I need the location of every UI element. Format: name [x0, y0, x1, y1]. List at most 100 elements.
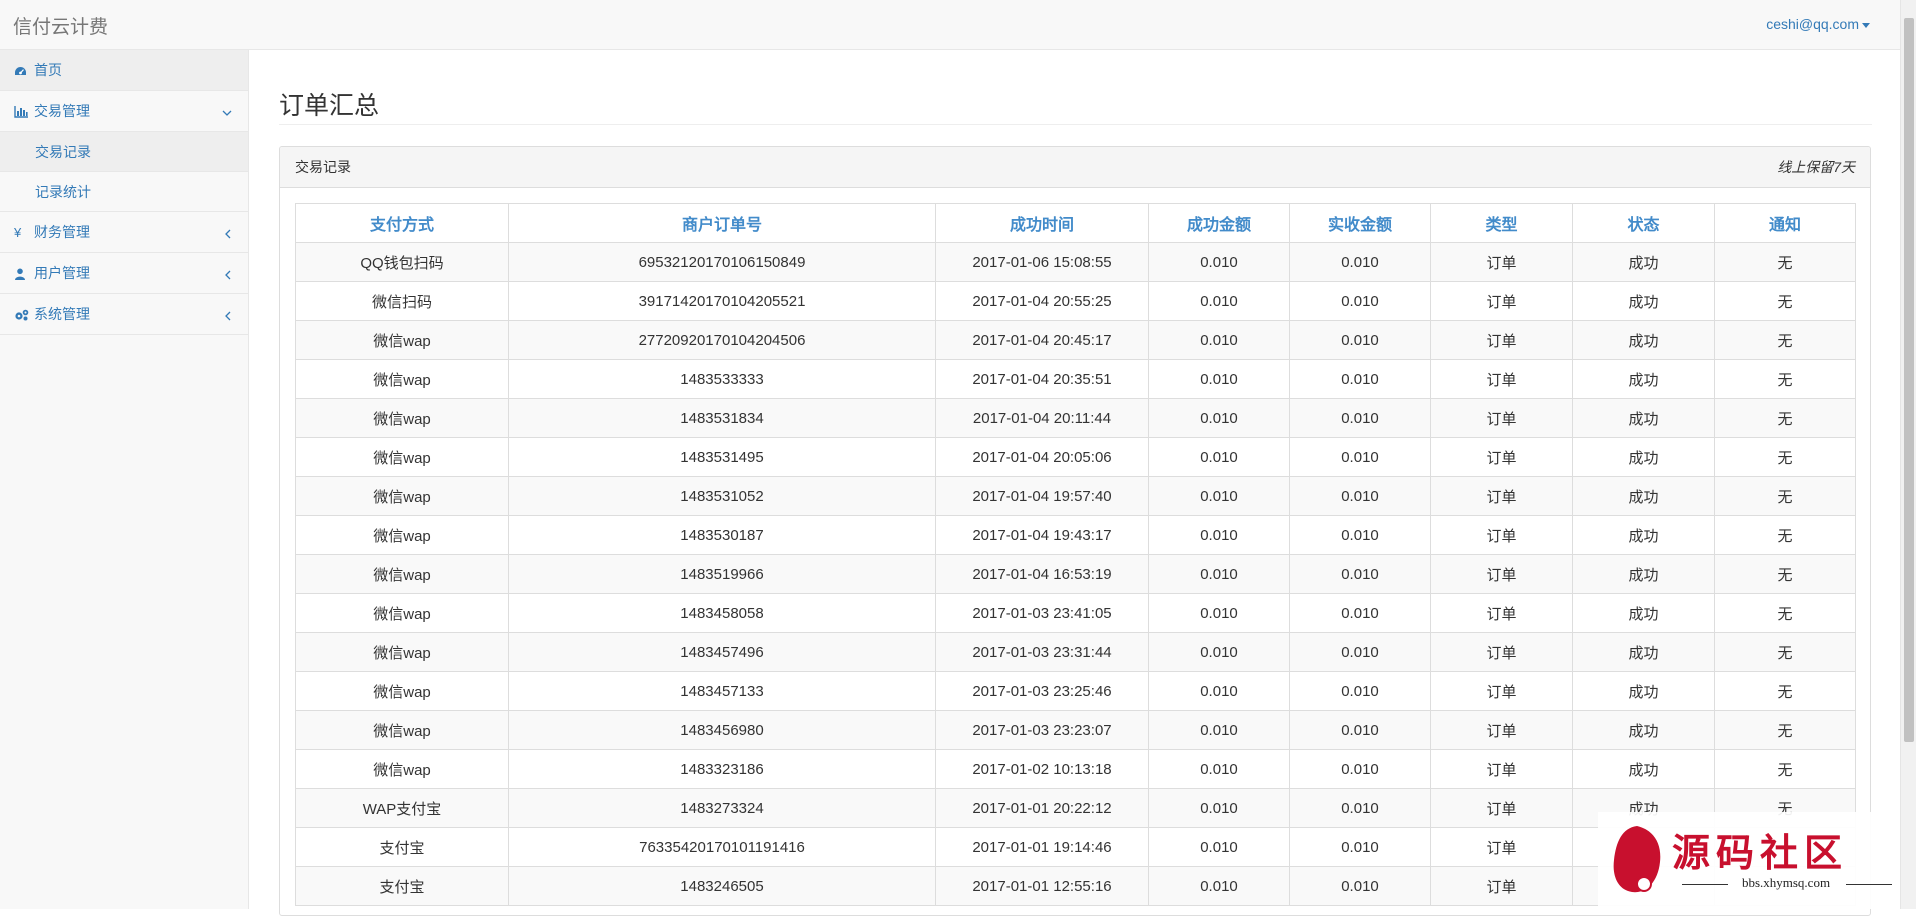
- column-header-status[interactable]: 状态: [1572, 203, 1715, 243]
- cell-received-amount: 0.010: [1289, 398, 1431, 438]
- cell-payment-method: 支付宝: [295, 827, 509, 867]
- cell-status: 成功: [1572, 359, 1715, 399]
- cell-order-number: 1483273324: [508, 788, 936, 828]
- column-header-notification[interactable]: 通知: [1714, 203, 1856, 243]
- table-header-row: 支付方式 商户订单号 成功时间 成功金额 实收金额 类型 状态 通知: [295, 203, 1856, 243]
- cell-notification: 无: [1714, 749, 1856, 789]
- divider: [1846, 884, 1892, 885]
- cell-notification: 无: [1714, 359, 1856, 399]
- cell-status: 成功: [1572, 320, 1715, 360]
- cell-type: 订单: [1430, 593, 1573, 633]
- cell-success-amount: 0.010: [1148, 476, 1290, 516]
- cell-status: 成功: [1572, 671, 1715, 711]
- divider: [279, 124, 1872, 125]
- cell-payment-method: QQ钱包扫码: [295, 242, 509, 282]
- column-header-order-number[interactable]: 商户订单号: [508, 203, 936, 243]
- chevron-down-icon: [222, 91, 232, 132]
- cell-type: 订单: [1430, 554, 1573, 594]
- cell-order-number: 1483531834: [508, 398, 936, 438]
- cell-type: 订单: [1430, 827, 1573, 867]
- user-menu-dropdown[interactable]: ceshi@qq.com: [1766, 16, 1870, 32]
- cell-payment-method: 微信wap: [295, 437, 509, 477]
- table-row: 微信扫码 39171420170104205521 2017-01-04 20:55…: [295, 281, 1856, 321]
- cell-status: 成功: [1572, 242, 1715, 282]
- cell-received-amount: 0.010: [1289, 671, 1431, 711]
- cell-success-time: 2017-01-04 20:35:51: [935, 359, 1149, 399]
- column-header-success-time[interactable]: 成功时间: [935, 203, 1149, 243]
- sidebar-item-finance[interactable]: ¥ 财务管理: [0, 212, 248, 253]
- cell-success-time: 2017-01-04 20:11:44: [935, 398, 1149, 438]
- sidebar-subitem-record-statistics[interactable]: 记录统计: [0, 172, 248, 212]
- table-row: 微信wap 1483531834 2017-01-04 20:11:44 0.010 0…: [295, 398, 1856, 438]
- cell-notification: 无: [1714, 281, 1856, 321]
- cell-status: 成功: [1572, 398, 1715, 438]
- cell-success-time: 2017-01-01 19:14:46: [935, 827, 1149, 867]
- cell-received-amount: 0.010: [1289, 788, 1431, 828]
- column-header-received-amount[interactable]: 实收金额: [1289, 203, 1431, 243]
- main-content: 订单汇总 交易记录 线上保留7天 支付方式 商户订单号 成功时间 成功金额 实收…: [250, 50, 1900, 916]
- table-row: 微信wap 1483531495 2017-01-04 20:05:06 0.010 0…: [295, 437, 1856, 477]
- cell-notification: 无: [1714, 476, 1856, 516]
- column-header-payment-method[interactable]: 支付方式: [295, 203, 509, 243]
- cell-notification: 无: [1714, 320, 1856, 360]
- transactions-table: 支付方式 商户订单号 成功时间 成功金额 实收金额 类型 状态 通知 QQ钱包扫…: [295, 203, 1856, 906]
- cell-received-amount: 0.010: [1289, 593, 1431, 633]
- cell-success-amount: 0.010: [1148, 554, 1290, 594]
- gears-icon: [14, 309, 30, 321]
- sidebar-subitem-transaction-records[interactable]: 交易记录: [0, 132, 248, 172]
- cell-success-time: 2017-01-06 15:08:55: [935, 242, 1149, 282]
- cell-received-amount: 0.010: [1289, 827, 1431, 867]
- cell-type: 订单: [1430, 476, 1573, 516]
- sidebar-item-label: 系统管理: [34, 306, 90, 322]
- cell-received-amount: 0.010: [1289, 866, 1431, 906]
- cell-type: 订单: [1430, 671, 1573, 711]
- cell-type: 订单: [1430, 320, 1573, 360]
- panel-heading: 交易记录 线上保留7天: [280, 147, 1870, 188]
- cell-type: 订单: [1430, 437, 1573, 477]
- cell-order-number: 1483533333: [508, 359, 936, 399]
- brand-logo[interactable]: 信付云计费: [13, 12, 108, 39]
- column-header-success-amount[interactable]: 成功金额: [1148, 203, 1290, 243]
- cell-success-amount: 0.010: [1148, 749, 1290, 789]
- cell-type: 订单: [1430, 242, 1573, 282]
- table-row: 微信wap 1483519966 2017-01-04 16:53:19 0.010 0…: [295, 554, 1856, 594]
- cell-success-time: 2017-01-01 12:55:16: [935, 866, 1149, 906]
- cell-status: 成功: [1572, 554, 1715, 594]
- table-row: 微信wap 1483457133 2017-01-03 23:25:46 0.010 0…: [295, 671, 1856, 711]
- cell-payment-method: 微信wap: [295, 632, 509, 672]
- cell-success-time: 2017-01-02 10:13:18: [935, 749, 1149, 789]
- cell-notification: 无: [1714, 632, 1856, 672]
- cell-notification: 无: [1714, 437, 1856, 477]
- cell-status: 成功: [1572, 281, 1715, 321]
- cell-received-amount: 0.010: [1289, 359, 1431, 399]
- cell-type: 订单: [1430, 281, 1573, 321]
- sidebar-item-users[interactable]: 用户管理: [0, 253, 248, 294]
- cell-success-time: 2017-01-04 20:55:25: [935, 281, 1149, 321]
- page-scrollbar[interactable]: [1900, 0, 1916, 909]
- scrollbar-thumb[interactable]: [1904, 18, 1914, 742]
- table-row: 微信wap 1483458058 2017-01-03 23:41:05 0.010 0…: [295, 593, 1856, 633]
- cell-received-amount: 0.010: [1289, 632, 1431, 672]
- cell-payment-method: 微信wap: [295, 671, 509, 711]
- sidebar-item-transactions[interactable]: 交易管理: [0, 91, 248, 132]
- sidebar-item-system[interactable]: 系统管理: [0, 294, 248, 335]
- cell-payment-method: 微信wap: [295, 710, 509, 750]
- sidebar-item-home[interactable]: 首页: [0, 50, 248, 91]
- cell-order-number: 1483531495: [508, 437, 936, 477]
- cell-type: 订单: [1430, 710, 1573, 750]
- top-navbar: 信付云计费 ceshi@qq.com: [0, 0, 1900, 50]
- seal-logo: [1613, 826, 1661, 893]
- cell-payment-method: 微信wap: [295, 593, 509, 633]
- cell-success-time: 2017-01-03 23:25:46: [935, 671, 1149, 711]
- cell-success-time: 2017-01-03 23:23:07: [935, 710, 1149, 750]
- table-row: QQ钱包扫码 69532120170106150849 2017-01-06 15:…: [295, 242, 1856, 282]
- cell-order-number: 27720920170104204506: [508, 320, 936, 360]
- column-header-type[interactable]: 类型: [1430, 203, 1573, 243]
- cell-order-number: 1483457133: [508, 671, 936, 711]
- table-row: 微信wap 1483530187 2017-01-04 19:43:17 0.010 0…: [295, 515, 1856, 555]
- cell-status: 成功: [1572, 437, 1715, 477]
- cell-success-amount: 0.010: [1148, 593, 1290, 633]
- sidebar: 首页 交易管理 交易记录 记录统计 ¥ 财务管理 用户管理 系统管理: [0, 50, 249, 909]
- cell-payment-method: 微信wap: [295, 359, 509, 399]
- cell-received-amount: 0.010: [1289, 437, 1431, 477]
